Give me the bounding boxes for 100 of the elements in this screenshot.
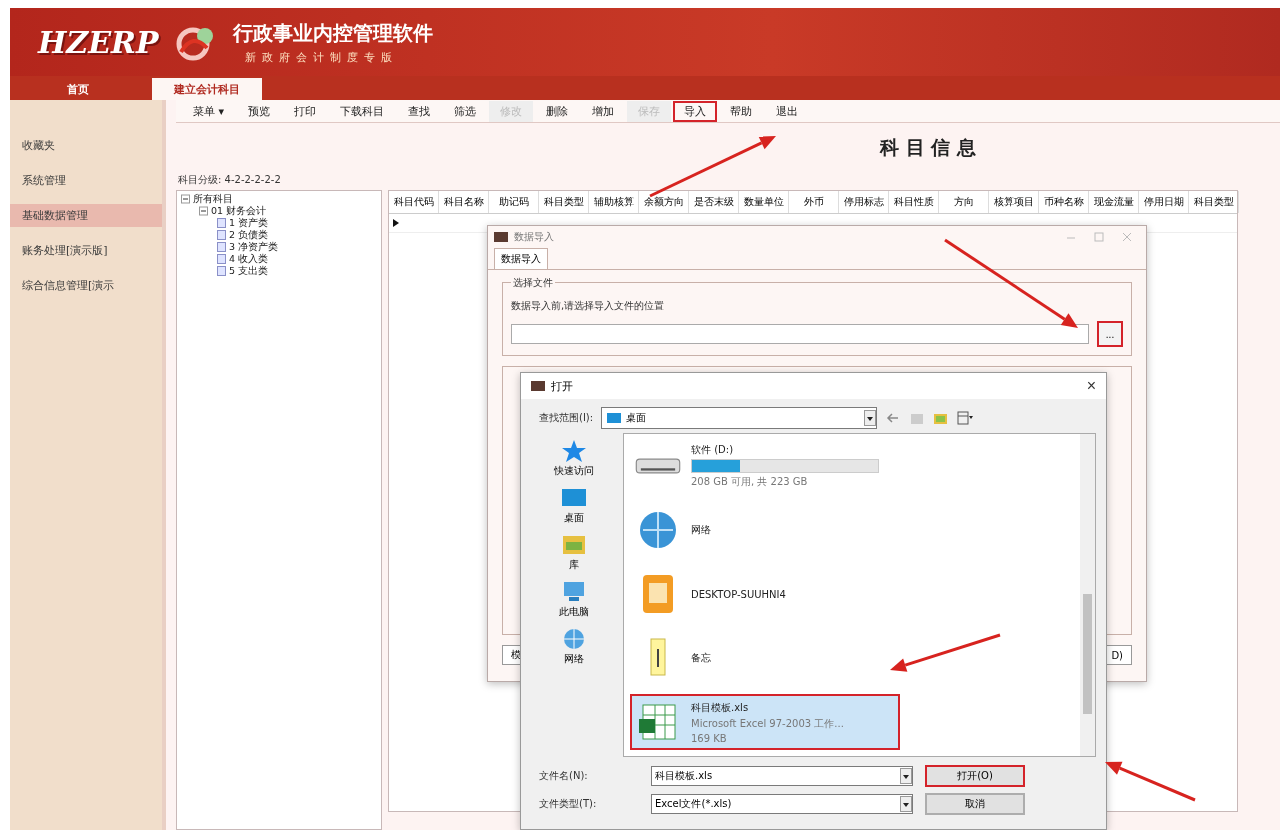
dialog-button[interactable]: 取消: [925, 793, 1025, 815]
column-header: 外币: [789, 191, 839, 213]
toolbar-button[interactable]: 查找: [397, 100, 442, 122]
toolbar-button[interactable]: 退出: [765, 100, 810, 122]
sidebar-item[interactable]: 基础数据管理: [10, 204, 162, 227]
quick-access-item[interactable]: 此电脑: [557, 578, 591, 621]
tree-item[interactable]: 所有科目: [193, 192, 233, 206]
quick-access-item[interactable]: 快速访问: [552, 437, 596, 480]
drive-capacity: 208 GB 可用, 共 223 GB: [691, 475, 809, 489]
tab[interactable]: 建立会计科目: [152, 78, 262, 100]
toolbar-button[interactable]: 删除: [535, 100, 580, 122]
column-header: 停用日期: [1139, 191, 1189, 213]
dialog-title: 打开: [551, 378, 573, 394]
file-item[interactable]: 网络: [630, 502, 900, 558]
toolbar-button[interactable]: 预览: [237, 100, 282, 122]
field-value: Excel文件(*.xls): [655, 797, 732, 811]
file-type-label: 文件类型(T):: [539, 797, 598, 811]
library-icon: [561, 533, 587, 557]
close-icon: [1122, 232, 1132, 242]
column-header: 币种名称: [1039, 191, 1089, 213]
product-title: 行政事业内控管理软件: [232, 19, 433, 47]
dialog-tab[interactable]: 数据导入: [494, 248, 548, 269]
sidebar-item[interactable]: 系统管理: [10, 169, 162, 192]
browse-button[interactable]: ...: [1097, 321, 1123, 347]
quick-access-item[interactable]: 库: [559, 531, 589, 574]
sidebar-item[interactable]: 账务处理[演示版]: [10, 239, 162, 262]
path-field[interactable]: [511, 324, 1089, 344]
file-name: DESKTOP-SUUHNI4: [691, 588, 786, 600]
toolbar-button[interactable]: 导入: [673, 100, 718, 122]
file-name: 科目模板.xls: [691, 700, 750, 715]
app-icon: [531, 381, 545, 391]
level-label: 科目分级: 4-2-2-2-2-2: [177, 173, 282, 187]
dialog-button[interactable]: 打开(O): [925, 765, 1025, 787]
file-name-label: 文件名(N):: [539, 769, 589, 783]
look-in-label: 查找范围(I):: [539, 411, 594, 425]
tree-item[interactable]: 2 负债类: [229, 228, 269, 242]
file-name: 网络: [691, 523, 711, 537]
column-header: 现金流量: [1089, 191, 1139, 213]
column-header: 核算项目: [989, 191, 1039, 213]
scroll-thumb[interactable]: [1083, 594, 1092, 714]
dialog-title: 数据导入: [514, 230, 554, 244]
column-header: 科目类型: [539, 191, 589, 213]
column-header: 科目性质: [889, 191, 939, 213]
column-header: 余额方向: [639, 191, 689, 213]
tree-item[interactable]: 01 财务会计: [211, 204, 267, 218]
toggle-icon[interactable]: [199, 206, 208, 216]
toolbar-button[interactable]: 帮助: [719, 100, 764, 122]
tab[interactable]: 首页: [10, 78, 146, 100]
quick-access-item[interactable]: 网络: [559, 625, 589, 668]
hard-drive-icon: [635, 458, 681, 474]
toolbar-button[interactable]: 增加: [581, 100, 626, 122]
quick-access-item[interactable]: 桌面: [559, 484, 589, 527]
close-button[interactable]: ×: [1076, 377, 1106, 395]
toggle-icon[interactable]: [181, 194, 190, 204]
tree-item[interactable]: 3 净资产类: [229, 240, 279, 254]
scrollbar[interactable]: [1080, 434, 1095, 756]
column-header: 是否末级: [689, 191, 739, 213]
column-header: 辅助核算: [589, 191, 639, 213]
toolbar-button[interactable]: 打印: [283, 100, 328, 122]
toolbar-button[interactable]: 下载科目: [329, 100, 396, 122]
sidebar-item[interactable]: 综合信息管理[演示: [10, 274, 162, 297]
tree-item[interactable]: 5 支出类: [229, 264, 269, 278]
folder-icon: [606, 410, 623, 426]
tree-item[interactable]: 4 收入类: [229, 252, 269, 266]
view-menu-icon: [957, 410, 974, 426]
place-label: 库: [569, 558, 579, 572]
product-subtitle: 新政府会计制度专版: [243, 49, 399, 65]
look-in-value: 桌面: [626, 411, 647, 425]
page-title: 科 目 信 息: [880, 135, 976, 160]
file-size: 169 KB: [691, 732, 728, 744]
app-icon: [494, 232, 508, 242]
column-header: 停用标志: [839, 191, 889, 213]
star-icon: [561, 439, 587, 463]
column-header: 科目代码: [389, 191, 439, 213]
column-header: 科目类型: [1189, 191, 1239, 213]
group-label: 选择文件: [511, 276, 555, 290]
file-item[interactable]: 科目模板.xls Microsoft Excel 97-2003 工作... 169 KB: [630, 694, 900, 750]
file-name: 备忘: [691, 651, 711, 665]
toolbar-button[interactable]: 菜单 ▾: [182, 100, 236, 122]
sidebar-item[interactable]: 收藏夹: [10, 134, 162, 157]
file-item[interactable]: 软件 (D:) 208 GB 可用, 共 223 GB: [630, 438, 900, 494]
column-header: 数量单位: [739, 191, 789, 213]
file-item[interactable]: DESKTOP-SUUHNI4: [630, 566, 900, 622]
field-value: 科目模板.xls: [655, 769, 713, 783]
instruction-text: 数据导入前,请选择导入文件的位置: [511, 299, 666, 313]
file-item[interactable]: 备忘: [630, 630, 900, 686]
network-icon: [561, 627, 587, 651]
file-type-dropdown[interactable]: Excel文件(*.xls): [651, 794, 913, 814]
place-label: 桌面: [564, 511, 584, 525]
toolbar-button[interactable]: 筛选: [443, 100, 488, 122]
file-name-field[interactable]: 科目模板.xls: [651, 766, 913, 786]
column-header: 方向: [939, 191, 989, 213]
file-name: 软件 (D:): [691, 443, 735, 457]
logo-text: HZERP: [38, 24, 159, 60]
tree-item[interactable]: 1 资产类: [229, 216, 269, 230]
column-header: 助记码: [489, 191, 539, 213]
place-label: 网络: [564, 652, 584, 666]
place-label: 快速访问: [554, 464, 594, 478]
place-label: 此电脑: [559, 605, 589, 619]
look-in-dropdown[interactable]: 桌面: [601, 407, 878, 429]
